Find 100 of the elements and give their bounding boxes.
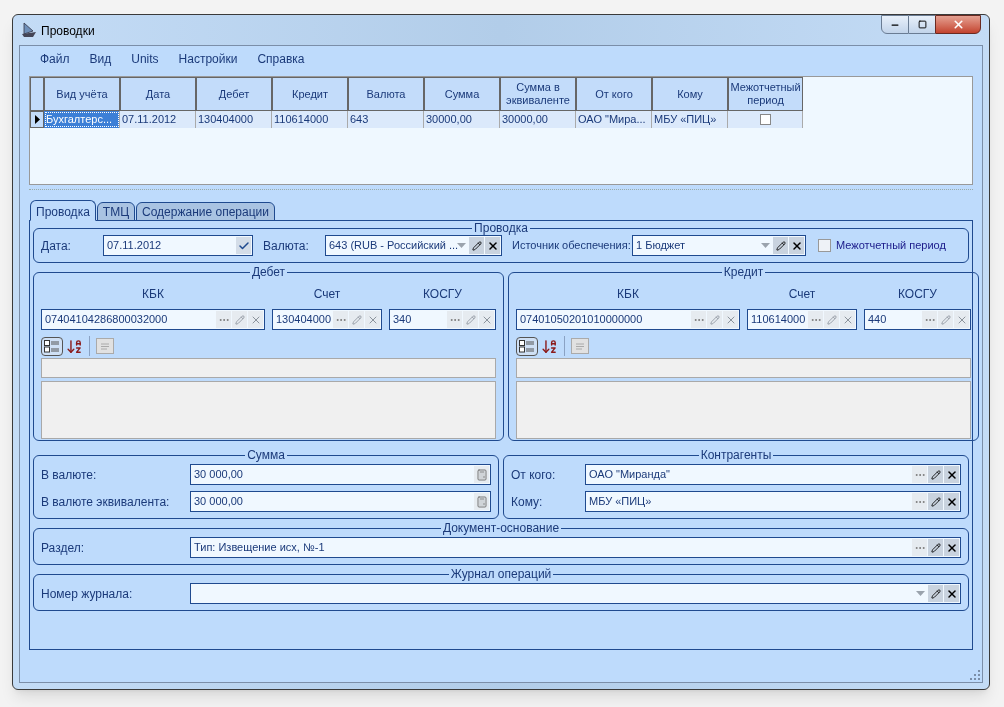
checkbox[interactable] [818, 239, 831, 252]
check-icon[interactable] [236, 237, 251, 254]
field-label: Источник обеспечения: [512, 239, 632, 252]
input-field[interactable]: Тип: Извещение исх, №-1 [190, 537, 961, 558]
clear-icon[interactable] [944, 466, 959, 483]
input-field[interactable]: 440 [864, 309, 971, 330]
more-icon[interactable] [216, 311, 231, 328]
tab[interactable]: Проводка [30, 200, 96, 221]
sort-az-icon[interactable] [66, 337, 83, 355]
categorized-list-icon[interactable] [41, 336, 63, 356]
checkbox-label: Межотчетный период [836, 238, 946, 254]
column-label: КБК [617, 286, 639, 303]
menu-item[interactable]: Настройки [178, 50, 238, 68]
calculator-icon[interactable] [474, 466, 489, 483]
column-header[interactable]: Кредит [272, 77, 348, 111]
more-icon[interactable] [922, 311, 937, 328]
field-label: Номер журнала: [41, 585, 134, 603]
caret-icon[interactable] [456, 242, 466, 249]
input-field[interactable]: 1 Бюджет [632, 235, 806, 256]
input-field[interactable]: 30 000,00 [190, 464, 491, 485]
input-field[interactable]: 110614000 [747, 309, 857, 330]
property-pages-icon[interactable] [571, 338, 589, 354]
column-header[interactable]: Валюта [348, 77, 424, 111]
table-cell: ОАО "Мира... [576, 111, 652, 128]
input-field[interactable]: МБУ «ПИЦ» [585, 491, 961, 512]
tab[interactable]: Содержание операции [136, 202, 275, 221]
clear-icon[interactable] [789, 237, 804, 254]
column-header[interactable]: Дебет [196, 77, 272, 111]
more-icon[interactable] [808, 311, 823, 328]
column-label: Счет [788, 286, 816, 303]
menu-item[interactable]: Вид [89, 50, 112, 68]
menu-item[interactable]: Units [131, 50, 159, 68]
table-cell: 643 [348, 111, 424, 128]
column-header[interactable]: Вид учёта [44, 77, 120, 111]
caret-icon[interactable] [915, 590, 925, 597]
clear-icon[interactable] [485, 237, 500, 254]
checkbox[interactable] [759, 114, 771, 125]
group-title: Контрагенты [699, 449, 773, 462]
more-icon[interactable] [691, 311, 706, 328]
more-icon[interactable] [912, 493, 927, 510]
edit-pencil-icon[interactable] [928, 493, 943, 510]
table-cell: 110614000 [272, 111, 348, 128]
input-field[interactable]: 07401050201010000000 [516, 309, 740, 330]
input-field[interactable]: 07.11.2012 [103, 235, 253, 256]
maximize-button[interactable] [909, 15, 935, 34]
resize-grip-icon[interactable] [970, 670, 980, 680]
more-icon[interactable] [333, 311, 348, 328]
edit-pencil-icon[interactable] [469, 237, 484, 254]
input-field[interactable] [190, 583, 961, 604]
current-row-icon [34, 115, 40, 124]
categorized-list-icon[interactable] [516, 336, 538, 356]
column-header[interactable]: От кого [576, 77, 652, 111]
column-label: Счет [313, 286, 341, 303]
close-button[interactable] [935, 15, 981, 34]
maximize-icon [917, 20, 927, 29]
calculator-icon[interactable] [474, 493, 489, 510]
edit-pencil-icon[interactable] [928, 466, 943, 483]
property-pages-icon[interactable] [96, 338, 114, 354]
menu-item[interactable]: Файл [40, 50, 70, 68]
column-header[interactable]: Кому [652, 77, 728, 111]
input-field[interactable]: 30 000,00 [190, 491, 491, 512]
clear-icon[interactable] [944, 585, 959, 602]
table-cell: 130404000 [196, 111, 272, 128]
sort-az-icon[interactable] [541, 337, 558, 355]
clear-icon[interactable] [944, 539, 959, 556]
input-field[interactable]: 130404000 [272, 309, 382, 330]
clear-icon[interactable] [944, 493, 959, 510]
close-icon [951, 18, 965, 31]
app-ship-icon [21, 22, 37, 38]
more-icon[interactable] [912, 466, 927, 483]
input-field[interactable]: 643 (RUB - Российский ... [325, 235, 502, 256]
field-label: Раздел: [41, 539, 85, 557]
column-header[interactable]: Межотчетный период [728, 77, 803, 111]
field-label: В валюте: [41, 466, 98, 484]
group-title: Кредит [722, 266, 765, 279]
table-cell: Бухгалтерс... [44, 111, 120, 128]
caret-icon[interactable] [760, 242, 770, 249]
edit-pencil-icon[interactable] [773, 237, 788, 254]
edit-pencil-icon[interactable] [928, 585, 943, 602]
more-icon[interactable] [447, 311, 462, 328]
row-indicator[interactable] [30, 111, 44, 128]
field-label: Дата: [41, 237, 72, 255]
column-header[interactable]: Сумма [424, 77, 500, 111]
column-header[interactable]: Сумма в эквиваленте [500, 77, 576, 111]
group-title: Журнал операций [449, 568, 553, 581]
more-icon[interactable] [912, 539, 927, 556]
column-label: КОСГУ [898, 286, 937, 303]
menu-item[interactable]: Справка [257, 50, 305, 68]
column-header[interactable]: Дата [120, 77, 196, 111]
group-title: Документ-основание [441, 522, 561, 535]
input-field[interactable]: 340 [389, 309, 496, 330]
row-header [30, 77, 44, 111]
input-field[interactable]: 07404104286800032000 [41, 309, 265, 330]
table-cell: 30000,00 [424, 111, 500, 128]
column-label: КБК [142, 286, 164, 303]
input-field[interactable]: ОАО "Миранда" [585, 464, 961, 485]
edit-pencil-icon[interactable] [928, 539, 943, 556]
minimize-button[interactable] [881, 15, 909, 34]
field-label: В валюте эквивалента: [41, 493, 171, 511]
table-cell: 30000,00 [500, 111, 576, 128]
